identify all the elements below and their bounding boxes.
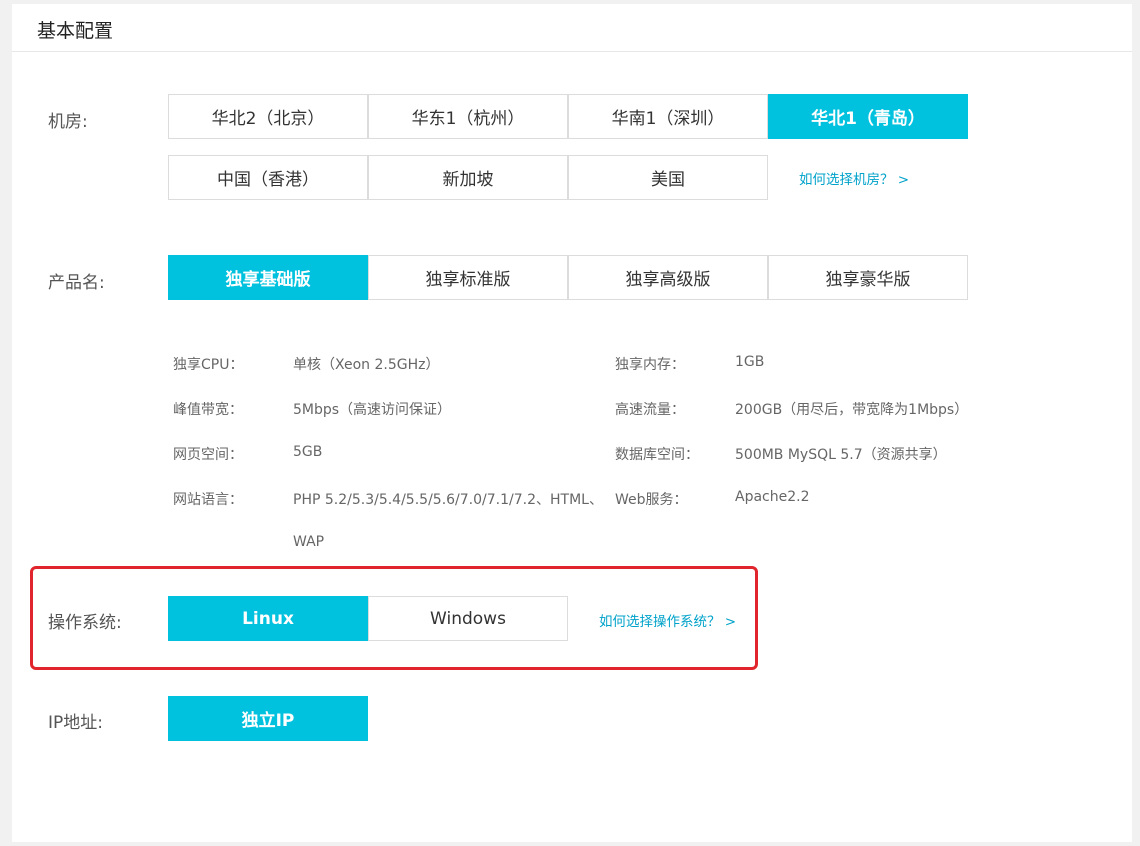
spec-database-value: 500MB MySQL 5.7（资源共享） — [735, 447, 947, 463]
region-option-beijing[interactable]: 华北2（北京） — [168, 94, 368, 139]
spec-language-label: 网站语言： — [173, 492, 243, 508]
spec-language-value-cont: WAP — [293, 534, 325, 550]
region-option-qingdao[interactable]: 华北1（青岛） — [768, 94, 968, 139]
region-help-link[interactable]: 如何选择机房？ > — [799, 168, 909, 188]
os-option-linux[interactable]: Linux — [168, 596, 368, 641]
spec-database-label: 数据库空间： — [615, 447, 699, 463]
spec-webserver-value: Apache2.2 — [735, 489, 810, 505]
ip-label: IP地址: — [48, 713, 103, 733]
region-option-usa[interactable]: 美国 — [568, 155, 768, 200]
product-option-deluxe[interactable]: 独享豪华版 — [768, 255, 968, 300]
ip-option-dedicated[interactable]: 独立IP — [168, 696, 368, 741]
spec-cpu-label: 独享CPU： — [173, 357, 244, 373]
spec-webserver-label: Web服务： — [615, 492, 688, 508]
region-option-hangzhou[interactable]: 华东1（杭州） — [368, 94, 568, 139]
spec-webspace-label: 网页空间： — [173, 447, 243, 463]
spec-bandwidth-label: 峰值带宽： — [173, 402, 243, 418]
region-option-shenzhen[interactable]: 华南1（深圳） — [568, 94, 768, 139]
spec-language-value: PHP 5.2/5.3/5.4/5.5/5.6/7.0/7.1/7.2、HTML… — [293, 492, 603, 508]
spec-bandwidth-value: 5Mbps（高速访问保证） — [293, 402, 452, 418]
spec-memory-label: 独享内存： — [615, 357, 685, 373]
product-option-advanced[interactable]: 独享高级版 — [568, 255, 768, 300]
product-option-standard[interactable]: 独享标准版 — [368, 255, 568, 300]
spec-webspace-value: 5GB — [293, 444, 323, 460]
spec-traffic-value: 200GB（用尽后，带宽降为1Mbps） — [735, 402, 969, 418]
region-option-hongkong[interactable]: 中国（香港） — [168, 155, 368, 200]
region-option-singapore[interactable]: 新加坡 — [368, 155, 568, 200]
basic-config-panel: 基本配置 机房: 华北2（北京） 华东1（杭州） 华南1（深圳） 华北1（青岛）… — [12, 4, 1132, 842]
region-label: 机房: — [48, 112, 88, 132]
spec-cpu-value: 单核（Xeon 2.5GHz） — [293, 357, 440, 373]
os-label: 操作系统: — [48, 613, 122, 633]
os-help-link[interactable]: 如何选择操作系统？ > — [599, 610, 736, 630]
os-option-windows[interactable]: Windows — [368, 596, 568, 641]
panel-header: 基本配置 — [12, 4, 1132, 52]
panel-title: 基本配置 — [37, 20, 114, 42]
spec-memory-value: 1GB — [735, 354, 765, 370]
product-option-basic[interactable]: 独享基础版 — [168, 255, 368, 300]
product-label: 产品名: — [48, 273, 105, 293]
spec-traffic-label: 高速流量： — [615, 402, 685, 418]
